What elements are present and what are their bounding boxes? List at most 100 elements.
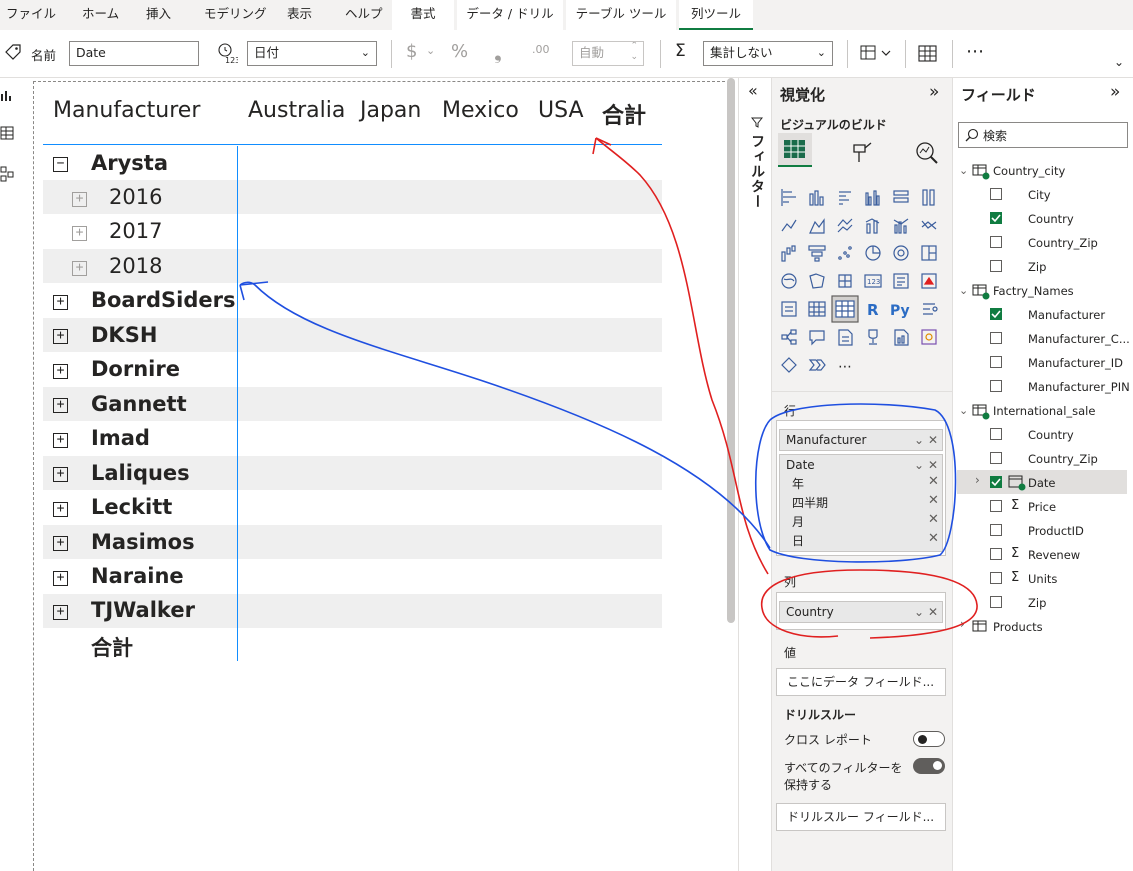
drillthrough-dropzone[interactable]: ドリルスルー フィールド... bbox=[776, 803, 946, 831]
field-checkbox[interactable] bbox=[990, 524, 1002, 536]
matrix-column-header[interactable]: USA bbox=[538, 98, 584, 123]
tab-insert[interactable]: 挿入 bbox=[146, 0, 171, 30]
tab-data-drill[interactable]: データ / ドリル bbox=[457, 0, 563, 30]
matrix-column-header[interactable]: Japan bbox=[360, 98, 421, 123]
chevron-down-icon[interactable]: ⌄ bbox=[959, 284, 968, 297]
visual-gallery[interactable]: 123 R Py ⋯ bbox=[780, 188, 948, 380]
chevron-down-icon[interactable]: ⌄ bbox=[959, 164, 968, 177]
field-table-name[interactable]: Country_city bbox=[993, 164, 1065, 178]
expand-icon[interactable]: + bbox=[53, 605, 68, 620]
column-name-input[interactable]: Date bbox=[69, 41, 199, 66]
expand-icon[interactable]: + bbox=[72, 226, 87, 241]
expand-icon[interactable]: + bbox=[53, 364, 68, 379]
expand-icon[interactable]: + bbox=[72, 192, 87, 207]
field-checkbox[interactable] bbox=[990, 452, 1002, 464]
field-item[interactable]: Manufacturer bbox=[1028, 308, 1105, 322]
tab-modeling[interactable]: モデリング bbox=[204, 0, 267, 30]
expand-icon[interactable]: + bbox=[53, 502, 68, 517]
field-checkbox[interactable] bbox=[990, 236, 1002, 248]
chevron-down-icon[interactable]: ⌄ bbox=[914, 433, 924, 447]
field-table-name[interactable]: Factry_Names bbox=[993, 284, 1074, 298]
field-checkbox[interactable] bbox=[990, 428, 1002, 440]
report-view-icon[interactable] bbox=[0, 88, 14, 102]
field-item[interactable]: Date bbox=[1028, 476, 1056, 490]
field-checkbox[interactable] bbox=[990, 380, 1002, 392]
canvas-scrollbar[interactable] bbox=[727, 78, 735, 623]
analytics-magnifier-icon[interactable] bbox=[914, 140, 940, 166]
field-item[interactable]: Country_Zip bbox=[1028, 236, 1098, 250]
ribbon-collapse-icon[interactable]: ⌄ bbox=[1114, 55, 1124, 69]
tab-help[interactable]: ヘルプ bbox=[345, 0, 383, 30]
summarization-select[interactable]: 集計しない ⌄ bbox=[703, 41, 833, 66]
remove-icon[interactable]: ✕ bbox=[928, 605, 938, 619]
data-view-icon[interactable] bbox=[0, 126, 14, 140]
collapse-icon[interactable]: − bbox=[53, 157, 68, 172]
remove-icon[interactable]: ✕ bbox=[928, 512, 939, 527]
build-visual-tab[interactable] bbox=[778, 133, 812, 167]
field-checkbox[interactable] bbox=[990, 500, 1002, 512]
expand-icon[interactable]: + bbox=[53, 295, 68, 310]
field-checkbox[interactable] bbox=[990, 596, 1002, 608]
tab-table-tools[interactable]: テーブル ツール bbox=[566, 0, 676, 30]
format-brush-icon[interactable] bbox=[849, 140, 875, 166]
tab-column-tools[interactable]: 列ツール bbox=[679, 0, 753, 30]
field-item[interactable]: Manufacturer_C... bbox=[1028, 332, 1130, 346]
chevron-down-icon[interactable]: ⌄ bbox=[914, 605, 924, 619]
remove-icon[interactable]: ✕ bbox=[928, 493, 939, 508]
expand-icon[interactable]: + bbox=[53, 329, 68, 344]
remove-icon[interactable]: ✕ bbox=[928, 433, 938, 447]
field-item[interactable]: Revenew bbox=[1028, 548, 1080, 562]
expand-icon[interactable]: + bbox=[53, 398, 68, 413]
rows-field-manufacturer[interactable]: Manufacturer ⌄ ✕ bbox=[779, 429, 943, 451]
field-item[interactable]: Zip bbox=[1028, 260, 1046, 274]
expand-icon[interactable]: + bbox=[53, 433, 68, 448]
data-category-icon[interactable] bbox=[860, 44, 894, 62]
field-item[interactable]: Country bbox=[1028, 212, 1074, 226]
fields-search-box[interactable]: 検索 bbox=[958, 122, 1128, 148]
field-item[interactable]: Units bbox=[1028, 572, 1057, 586]
field-item[interactable]: Manufacturer_ID bbox=[1028, 356, 1123, 370]
datatype-select[interactable]: 日付 ⌄ bbox=[247, 41, 377, 66]
field-checkbox[interactable] bbox=[990, 332, 1002, 344]
field-item[interactable]: City bbox=[1028, 188, 1051, 202]
expand-icon[interactable]: + bbox=[53, 571, 68, 586]
expand-icon[interactable]: + bbox=[53, 467, 68, 482]
field-table-name[interactable]: Products bbox=[993, 620, 1043, 634]
comma-style-icon[interactable]: ❟ bbox=[494, 40, 502, 64]
field-checkbox[interactable] bbox=[990, 572, 1002, 584]
matrix-column-header[interactable]: Mexico bbox=[442, 98, 519, 123]
chevron-down-icon[interactable]: ⌄ bbox=[914, 458, 924, 472]
chevron-right-icon[interactable]: › bbox=[960, 617, 965, 631]
field-checkbox-checked[interactable] bbox=[990, 308, 1002, 320]
expand-icon[interactable]: + bbox=[53, 536, 68, 551]
field-checkbox[interactable] bbox=[990, 548, 1002, 560]
field-item[interactable]: Country_Zip bbox=[1028, 452, 1098, 466]
more-options-icon[interactable]: ⋯ bbox=[966, 41, 984, 62]
expand-icon[interactable]: + bbox=[72, 261, 87, 276]
field-item[interactable]: Price bbox=[1028, 500, 1056, 514]
field-checkbox[interactable] bbox=[990, 260, 1002, 272]
chevron-down-icon[interactable]: ⌄ bbox=[959, 404, 968, 417]
field-checkbox-checked[interactable] bbox=[990, 476, 1002, 488]
percent-icon[interactable]: % bbox=[451, 41, 468, 62]
field-checkbox[interactable] bbox=[990, 356, 1002, 368]
field-checkbox-checked[interactable] bbox=[990, 212, 1002, 224]
values-dropzone[interactable]: ここにデータ フィールド... bbox=[776, 668, 946, 696]
remove-icon[interactable]: ✕ bbox=[928, 474, 939, 489]
model-view-icon[interactable] bbox=[0, 166, 14, 182]
expand-right-icon[interactable]: » bbox=[929, 82, 939, 102]
currency-icon[interactable]: $ bbox=[406, 41, 417, 62]
table-icon[interactable] bbox=[918, 45, 938, 63]
field-item[interactable]: Country bbox=[1028, 428, 1074, 442]
field-item[interactable]: Zip bbox=[1028, 596, 1046, 610]
collapse-left-icon[interactable]: « bbox=[748, 81, 758, 100]
keep-filters-toggle[interactable] bbox=[913, 758, 945, 774]
field-item[interactable]: ProductID bbox=[1028, 524, 1084, 538]
chevron-right-icon[interactable]: › bbox=[975, 473, 980, 487]
tab-format[interactable]: 書式 bbox=[392, 0, 454, 30]
tab-file[interactable]: ファイル bbox=[6, 0, 56, 30]
filters-pane-collapsed[interactable]: « フィルター bbox=[738, 78, 771, 871]
remove-icon[interactable]: ✕ bbox=[928, 531, 939, 546]
columns-field-country[interactable]: Country ⌄ ✕ bbox=[779, 601, 943, 623]
matrix-row-header[interactable]: Manufacturer bbox=[53, 98, 200, 123]
